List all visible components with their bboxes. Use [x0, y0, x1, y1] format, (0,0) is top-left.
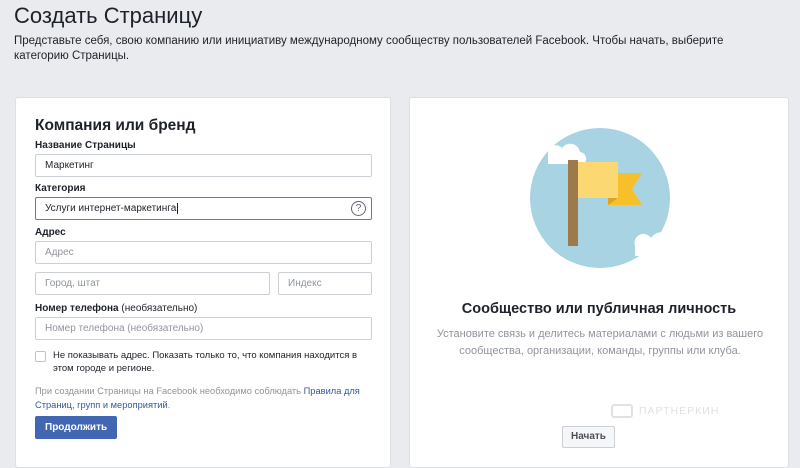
watermark-text: ПАРТНЕРКИН: [639, 405, 720, 417]
category-label: Категория: [35, 183, 86, 194]
community-card-title: Сообщество или публичная личность: [461, 301, 737, 317]
flag-pole: [568, 160, 578, 246]
community-card: Сообщество или публичная личность Устано…: [409, 97, 789, 468]
business-card-title: Компания или бренд: [35, 117, 196, 134]
phone-label: Номер телефона (необязательно): [35, 303, 197, 314]
zip-input[interactable]: Индекс: [278, 272, 372, 295]
start-button[interactable]: Начать: [562, 426, 615, 448]
category-input[interactable]: Услуги интернет-маркетинга ?: [35, 197, 372, 220]
watermark: ПАРТНЕРКИН: [611, 404, 719, 418]
flag-icon: [530, 128, 682, 268]
city-input[interactable]: Город, штат: [35, 272, 270, 295]
help-icon[interactable]: ?: [351, 201, 366, 216]
watermark-icon: [611, 404, 633, 418]
cloud-bottom: [634, 232, 682, 256]
address-label: Адрес: [35, 227, 66, 238]
community-card-description: Установите связь и делитесь материалами …: [436, 328, 764, 357]
page-name-label: Название Страницы: [35, 140, 136, 151]
phone-label-optional: (необязательно): [121, 303, 198, 314]
hide-address-checkbox[interactable]: [35, 351, 46, 362]
page-title: Создать Страницу: [14, 3, 203, 28]
hide-address-label: Не показывать адрес. Показать только то,…: [53, 350, 358, 374]
business-card: Компания или бренд Название Страницы Мар…: [15, 97, 391, 468]
terms-text: При создании Страницы на Facebook необхо…: [35, 384, 375, 412]
text-cursor: [177, 203, 179, 214]
page-description: Представьте себя, свою компанию или иниц…: [14, 35, 724, 62]
flag-body: [578, 162, 618, 198]
phone-label-text: Номер телефона: [35, 303, 119, 314]
phone-input[interactable]: Номер телефона (необязательно): [35, 317, 372, 340]
page-name-input[interactable]: Маркетинг: [35, 154, 372, 177]
terms-end: .: [167, 400, 171, 410]
category-value: Услуги интернет-маркетинга: [45, 203, 177, 214]
terms-prefix: При создании Страницы на Facebook необхо…: [35, 386, 302, 396]
continue-button[interactable]: Продолжить: [35, 416, 118, 439]
address-input[interactable]: Адрес: [35, 241, 372, 264]
